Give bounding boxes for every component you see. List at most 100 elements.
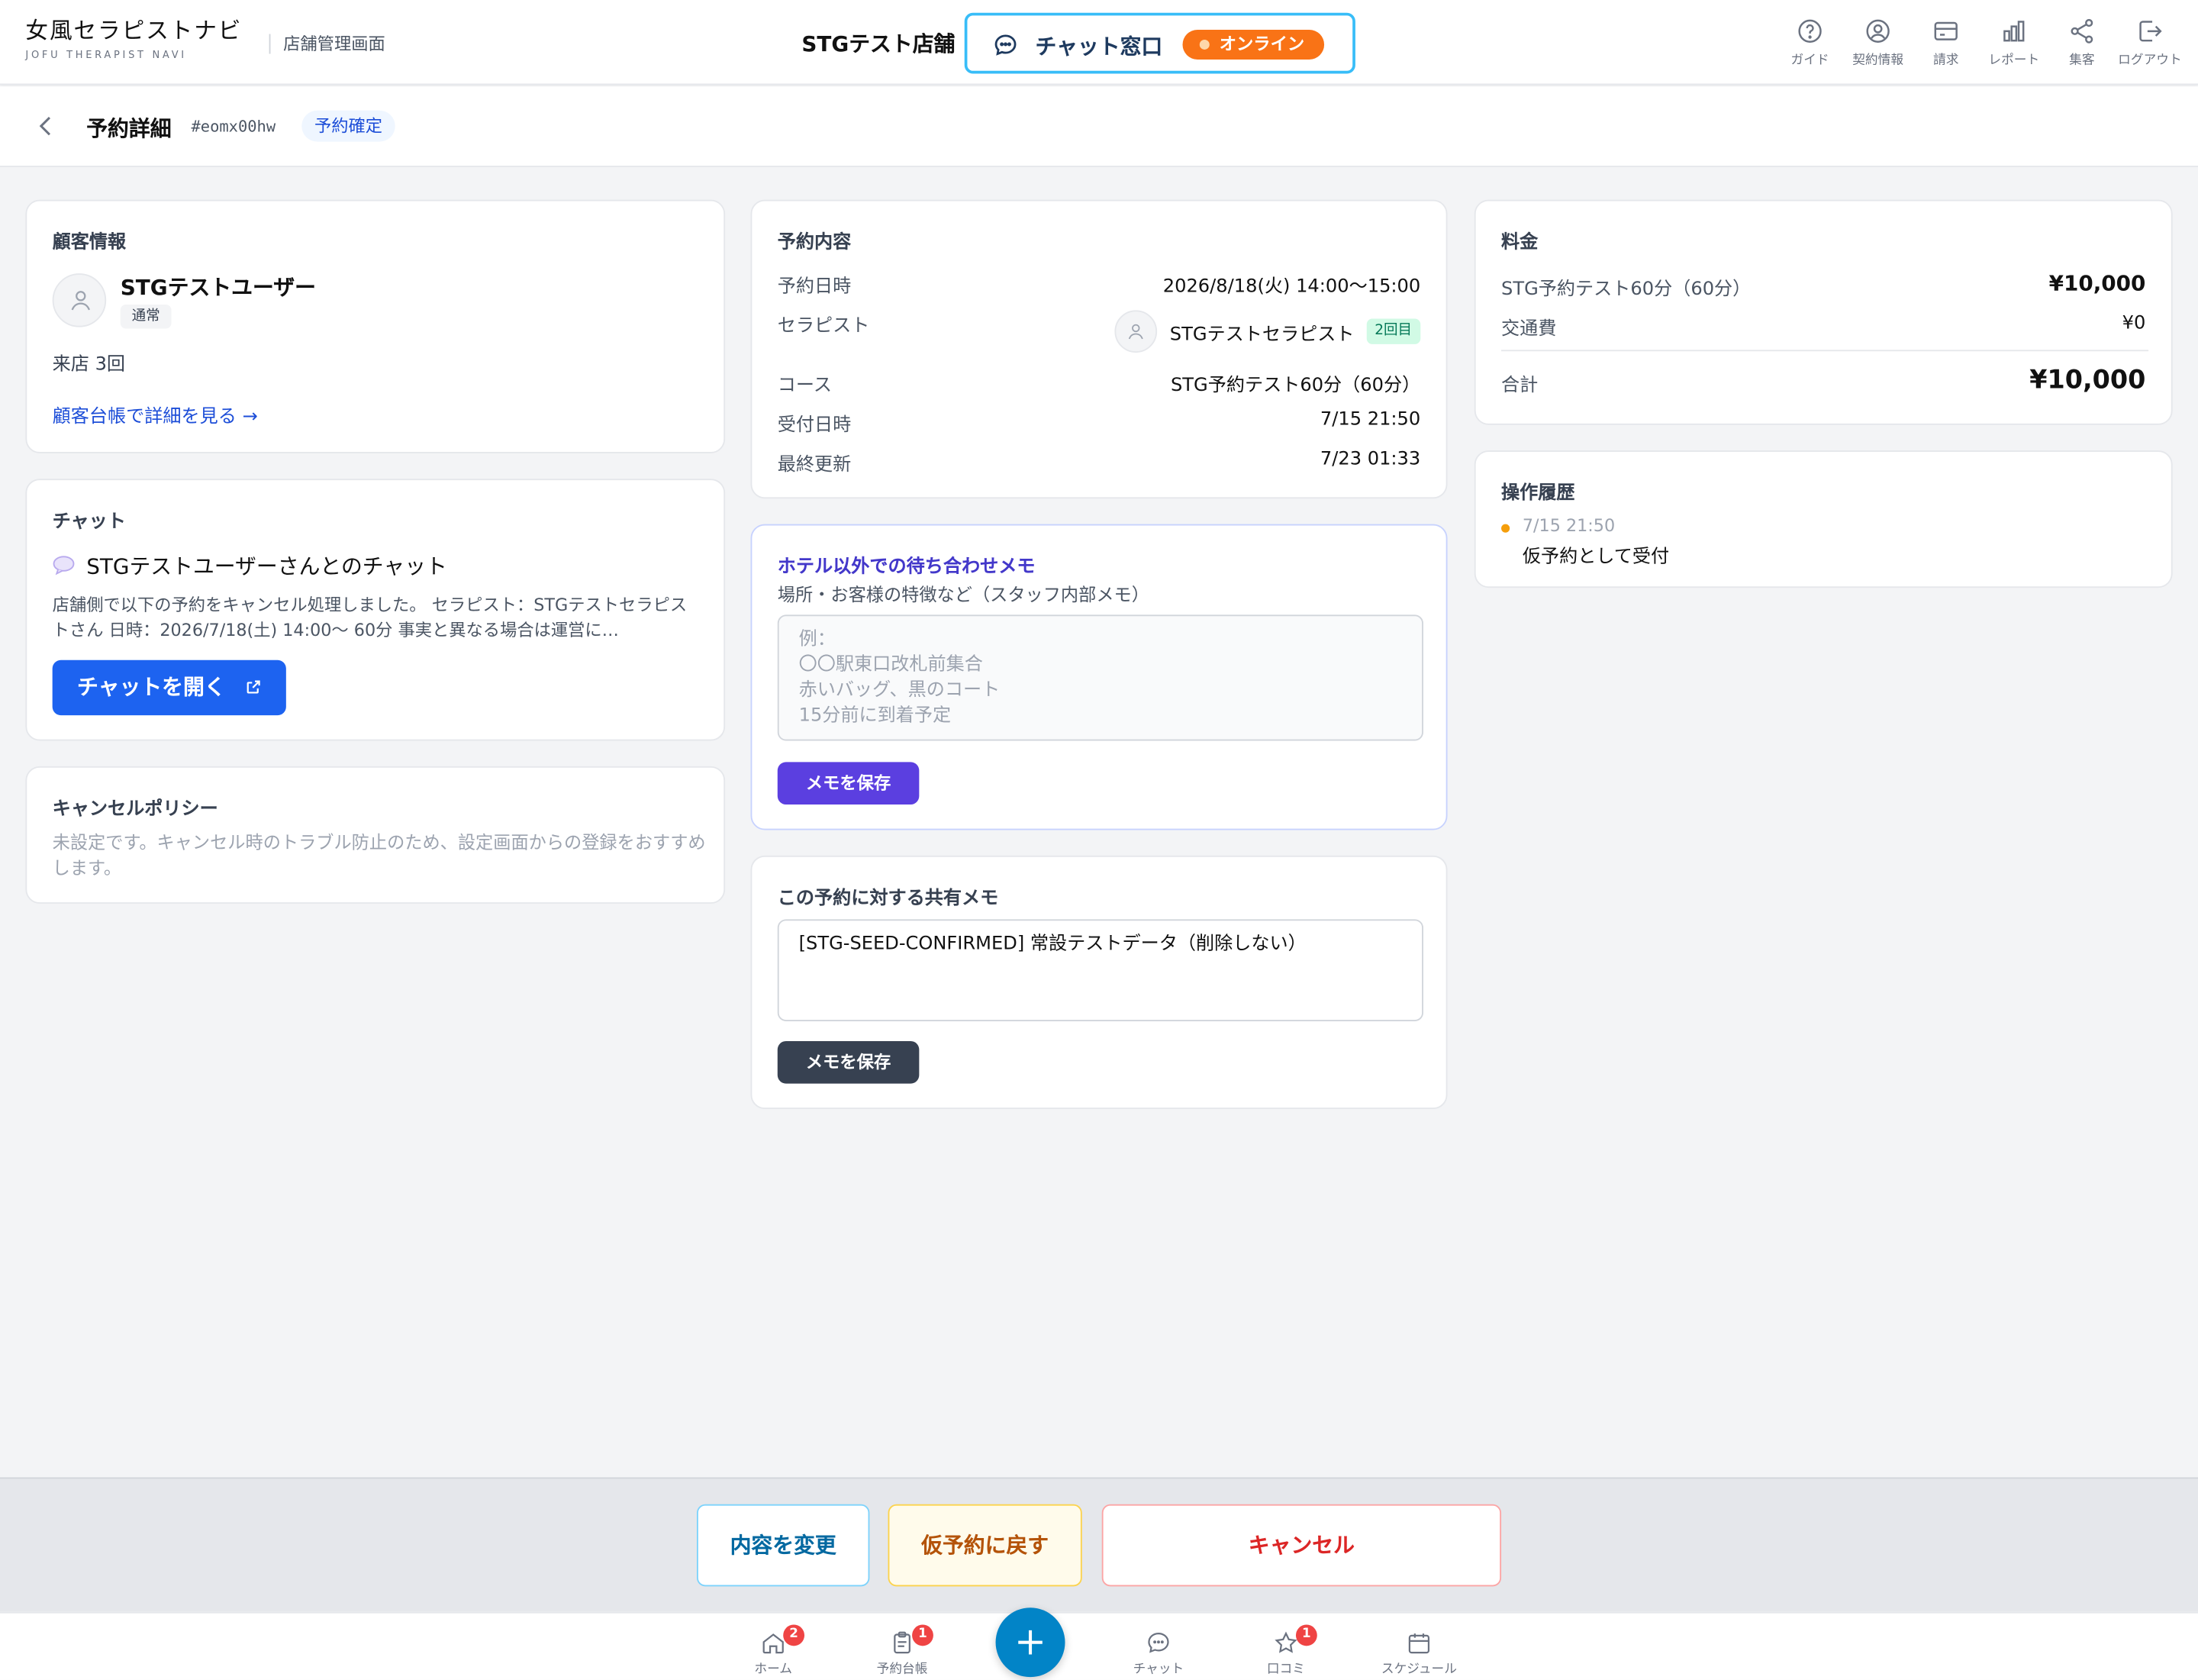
chat-bubble-icon [993,33,1018,64]
cancel-booking-button[interactable]: キャンセル [1101,1504,1502,1587]
shared-memo-input[interactable]: [STG-SEED-CONFIRMED] 常設テストデータ（削除しない） [777,919,1423,1021]
chat-window-button[interactable]: チャット窓口 オンライン [964,12,1355,74]
plus-icon [1016,1627,1046,1662]
page-title: 予約詳細 [86,116,172,142]
nav-billing[interactable]: 請求 [1912,17,1980,68]
online-label: オンライン [1219,34,1305,54]
open-chat-button[interactable]: チャットを開く [52,659,286,716]
store-name: STGテスト店舗 [801,31,956,57]
save-meeting-memo-button[interactable]: メモを保存 [777,762,920,805]
history-dot-icon [1501,524,1510,533]
notification-badge: 1 [1295,1624,1317,1646]
fee-course-label: STG予約テスト60分（60分） [1501,279,1752,301]
fee-title: 料金 [1501,232,1539,254]
meeting-memo-input[interactable]: 例： 〇〇駅東口改札前集合 赤いバッグ、黒のコート 15分前に到着予定 [777,614,1423,741]
bottom-nav-chat-label: チャット [1133,1662,1184,1678]
fee-course-value: ¥10,000 [2048,270,2146,296]
bottom-nav: ホーム 2 予約台帳 1 チャット 口コミ 1 スケジュール [0,1611,2198,1680]
cancel-policy-title: キャンセルポリシー [52,798,218,821]
received-label: 受付日時 [777,414,852,437]
fee-divider [1501,350,2149,352]
nav-logout[interactable]: ログアウト [2116,17,2183,68]
shared-memo-title: この予約に対する共有メモ [777,888,999,910]
therapist-label: セラピスト [777,315,870,337]
booking-id: #eomx00hw [191,118,276,137]
status-badge: 予約確定 [301,110,395,142]
history-card: 操作履歴 7/15 21:50 仮予約として受付 [1474,450,2173,588]
customer-ledger-link[interactable]: 顧客台帳で詳細を見る → [53,401,258,428]
history-title: 操作履歴 [1501,482,1575,505]
updated-value: 7/23 01:33 [1320,449,1421,471]
bottom-nav-reviews-label: 口コミ [1266,1662,1306,1678]
bottom-nav-home[interactable]: ホーム 2 [731,1624,816,1678]
shared-memo-card: この予約に対する共有メモ [STG-SEED-CONFIRMED] 常設テストデ… [750,855,1448,1110]
meeting-memo-title: ホテル以外での待ち合わせメモ [777,556,1036,579]
therapist-avatar [1114,310,1158,353]
user-circle-icon [1844,17,1912,45]
transport-value: ¥0 [2122,313,2146,334]
online-status-badge: オンライン [1182,29,1325,60]
nav-contract[interactable]: 契約情報 [1844,17,1912,68]
course-label: コース [777,375,832,397]
cancel-policy-card: キャンセルポリシー 未設定です。キャンセル時のトラブル防止のため、設定画面からの… [25,766,726,904]
bottom-nav-bookings-label: 予約台帳 [876,1662,928,1678]
help-circle-icon [1776,17,1844,45]
bottom-nav-home-label: ホーム [754,1662,793,1678]
total-label: 合計 [1501,375,1539,397]
save-shared-memo-button[interactable]: メモを保存 [777,1040,920,1084]
history-text: 仮予約として受付 [1522,547,1670,569]
nav-billing-label: 請求 [1933,53,1959,69]
share-icon [2048,17,2116,45]
chat-card-title: チャット [52,511,126,533]
nav-marketing[interactable]: 集客 [2048,17,2116,68]
user-icon [1128,324,1143,340]
speech-bubble-icon [53,554,76,581]
logout-icon [2116,17,2183,45]
bottom-nav-reviews[interactable]: 口コミ 1 [1243,1624,1328,1678]
nav-guide[interactable]: ガイド [1776,17,1844,68]
page-subheader: 予約詳細 #eomx00hw 予約確定 [0,86,2198,167]
meeting-memo-subtitle: 場所・お客様の特徴など（スタッフ内部メモ） [777,583,1149,605]
logo[interactable]: 女風セラピストナビ JOFU THERAPIST NAVI [25,17,242,61]
visit-number-badge: 2回目 [1366,318,1421,344]
received-value: 7/15 21:50 [1320,409,1421,431]
cancel-policy-body: 未設定です。キャンセル時のトラブル防止のため、設定画面からの登録をおすすめします… [52,831,706,879]
customer-name: STGテストユーザー [120,275,316,301]
notification-badge: 1 [912,1624,933,1646]
bottom-nav-bookings[interactable]: 予約台帳 1 [859,1624,944,1678]
chat-card: チャット STGテストユーザーさんとのチャット 店舗側で以下の予約をキャンセル処… [25,479,726,741]
add-booking-fab[interactable] [995,1607,1065,1678]
fee-card: 料金 STG予約テスト60分（60分） ¥10,000 交通費 ¥0 合計 ¥1… [1474,199,2173,425]
chat-icon [1116,1630,1201,1656]
chat-heading: STGテストユーザーさんとのチャット [86,553,447,579]
meeting-memo-card: ホテル以外での待ち合わせメモ 場所・お客様の特徴など（スタッフ内部メモ） 例： … [750,524,1448,830]
booking-details-title: 予約内容 [777,232,852,254]
customer-card-title: 顧客情報 [52,232,127,254]
user-icon [71,291,90,311]
transport-label: 交通費 [1501,318,1557,340]
bottom-nav-schedule[interactable]: スケジュール [1377,1630,1462,1677]
nav-marketing-label: 集客 [2069,53,2095,69]
revert-to-provisional-button[interactable]: 仮予約に戻す [888,1504,1082,1587]
credit-card-icon [1912,17,1980,45]
notification-badge: 2 [783,1624,805,1646]
booking-datetime-value: 2026/8/18(火) 14:00〜15:00 [1162,276,1421,298]
header-nav: ガイド 契約情報 請求 レポート 集客 ログアウト [1776,17,2183,68]
admin-label: 店舗管理画面 [283,34,385,54]
chat-preview: 店舗側で以下の予約をキャンセル処理しました。 セラピスト：STGテストセラピスト… [52,595,688,640]
divider [269,34,271,54]
customer-card: 顧客情報 STGテストユーザー 通常 来店 3回 顧客台帳で詳細を見る → [25,199,726,453]
bottom-nav-schedule-label: スケジュール [1381,1662,1457,1678]
therapist-name[interactable]: STGテストセラピスト [1170,319,1355,346]
action-bar: 内容を変更 仮予約に戻す キャンセル [0,1477,2198,1612]
nav-report[interactable]: レポート [1980,17,2048,68]
nav-logout-label: ログアウト [2118,53,2182,69]
booking-details-card: 予約内容 予約日時 2026/8/18(火) 14:00〜15:00 セラピスト… [750,199,1448,499]
bottom-nav-chat[interactable]: チャット [1116,1630,1201,1677]
customer-tag: 通常 [120,304,172,329]
change-booking-button[interactable]: 内容を変更 [697,1504,870,1587]
logo-subtitle: JOFU THERAPIST NAVI [25,49,187,61]
back-chevron-icon[interactable] [37,114,56,143]
chat-window-label: チャット窓口 [1035,34,1163,60]
history-time: 7/15 21:50 [1522,515,1616,536]
